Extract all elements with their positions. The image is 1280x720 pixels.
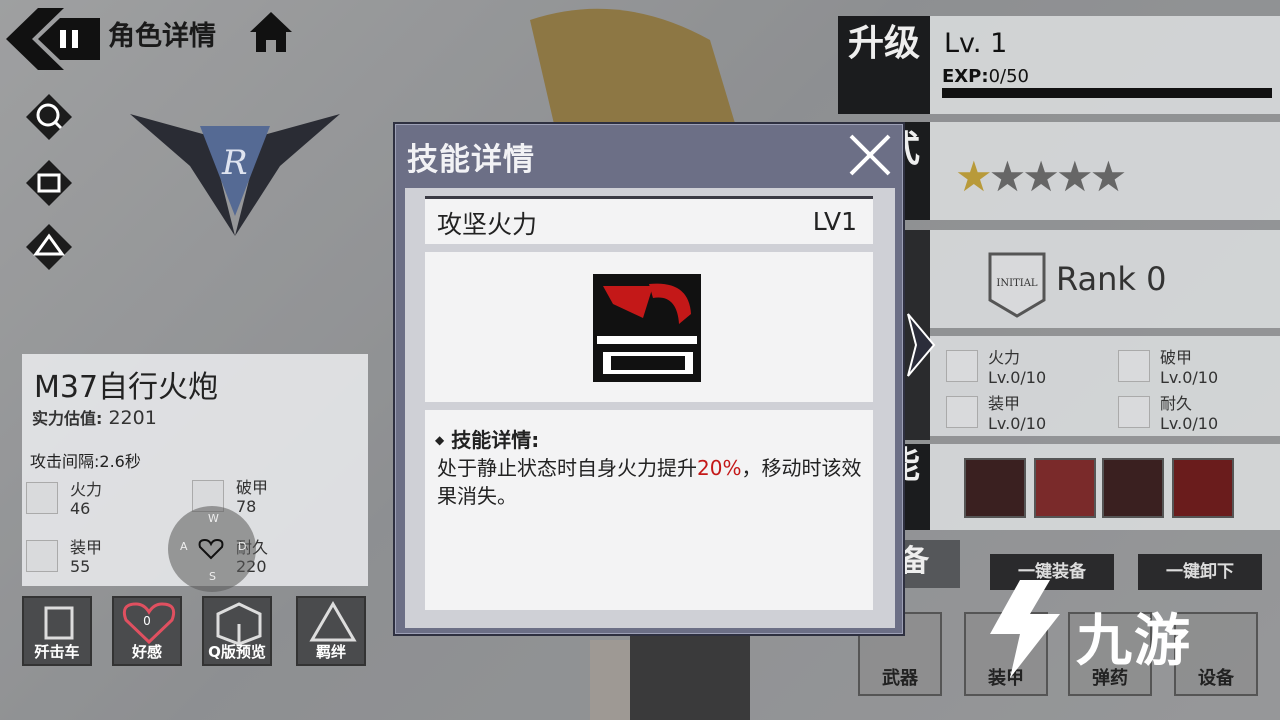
skill-stat-label: 耐久 [1160, 394, 1193, 413]
skill-slot-4[interactable] [1172, 458, 1234, 518]
stat-value: 46 [70, 499, 91, 518]
skill-stat-label: 破甲 [1160, 348, 1193, 367]
rank-text: Rank 0 [1056, 260, 1167, 298]
stat-label: 火力 [70, 480, 103, 499]
stat-armor: 装甲 55 [26, 538, 103, 576]
hanger-icon[interactable] [24, 222, 74, 272]
equip-slot-label: 武器 [882, 668, 918, 689]
button-label: Q版预览 [208, 643, 266, 661]
stat-value: 55 [70, 557, 91, 576]
skill-header: 攻坚火力 LV1 [425, 196, 873, 244]
power-label: 实力估值: [32, 409, 103, 428]
skill-stat-armor-pierce: 破甲 Lv.0/10 [1118, 348, 1219, 388]
watermark-text: 九游 [1076, 609, 1192, 674]
svg-text:R: R [221, 143, 248, 183]
bond-button[interactable]: 羁绊 [296, 596, 366, 666]
power-estimate: 实力估值: 2201 [32, 405, 157, 429]
joystick-left: A [180, 540, 188, 553]
rank-badge-icon: INITIAL [988, 252, 1046, 318]
skill-stat-value: Lv.0/10 [1160, 414, 1219, 433]
star-filled-icon: ★ [955, 152, 993, 201]
skill-image-box [425, 252, 873, 402]
rank-badge-text: INITIAL [996, 278, 1037, 289]
tank-destroyer-button[interactable]: 歼击车 [22, 596, 92, 666]
power-value: 2201 [108, 407, 157, 429]
skill-slot-1[interactable] [964, 458, 1026, 518]
close-icon[interactable] [845, 130, 895, 180]
exp-text: EXP:0/50 [942, 66, 1029, 87]
skill-icon [593, 274, 701, 382]
zoom-icon[interactable] [24, 92, 74, 142]
heart-icon [198, 538, 224, 560]
armor-pierce-icon [1118, 350, 1150, 382]
exp-value: 0/50 [988, 66, 1029, 87]
skill-level: LV1 [812, 207, 857, 236]
stat-label: 破甲 [236, 478, 269, 497]
rarity-emblem-icon: R [130, 114, 340, 236]
home-icon[interactable] [246, 8, 296, 56]
star-empty-icon: ★★★★ [988, 152, 1128, 201]
firepower-icon [946, 350, 978, 382]
skill-detail-dialog: 技能详情 攻坚火力 LV1 ◆ 技能详情: 处于静止状态时自身火力提升20%，移… [393, 122, 905, 636]
diamond-bullet-icon: ◆ [435, 433, 445, 447]
skill-description-box: ◆ 技能详情: 处于静止状态时自身火力提升20%，移动时该效果消失。 [425, 410, 873, 610]
description-title-text: 技能详情: [451, 428, 540, 452]
character-name: M37自行火炮 [34, 370, 219, 405]
attack-interval: 攻击间隔:2.6秒 [30, 452, 141, 471]
upgrade-tab[interactable]: 升级 [838, 16, 930, 114]
skill-name: 攻坚火力 [437, 210, 538, 239]
joystick-up: W [208, 512, 219, 525]
stat-firepower: 火力 46 [26, 480, 103, 518]
exp-label: EXP: [942, 66, 989, 87]
joystick-right: D [238, 540, 247, 553]
joystick-down: S [209, 570, 216, 583]
skill-stat-label: 火力 [988, 348, 1021, 367]
skill-slot-locked-lock-icon[interactable] [1034, 458, 1096, 518]
card-icon[interactable] [24, 158, 74, 208]
skill-stat-value: Lv.0/10 [1160, 368, 1219, 387]
upgrade-tab-label: 升级 [847, 23, 920, 64]
affection-button[interactable]: 0 好感 [112, 596, 182, 666]
description-text: 处于静止状态时自身火力提升20%，移动时该效果消失。 [437, 454, 867, 510]
button-label: 歼击车 [34, 643, 80, 661]
skill-stat-durability: 耐久 Lv.0/10 [1118, 394, 1219, 434]
page-title: 角色详情 [108, 21, 216, 52]
chevron-right-icon[interactable] [904, 310, 938, 380]
button-label: 羁绊 [315, 643, 346, 661]
skill-stat-label: 装甲 [988, 394, 1021, 413]
description-highlight: 20% [697, 456, 742, 480]
exp-bar [942, 88, 1272, 98]
stat-value: 78 [236, 497, 257, 516]
stat-armor-pierce: 破甲 78 [192, 478, 269, 516]
skill-slot-3[interactable] [1102, 458, 1164, 518]
skill-stats-panel [930, 336, 1280, 436]
armor-icon [946, 396, 978, 428]
chibi-preview-button[interactable]: Q版预览 [202, 596, 272, 666]
dialog-title: 技能详情 [407, 142, 535, 178]
button-label: 好感 [131, 643, 162, 661]
durability-icon [1118, 396, 1150, 428]
star-rating: ★★★★★ [955, 152, 1128, 201]
level-text: Lv. 1 [944, 28, 1008, 59]
stat-label: 装甲 [70, 538, 103, 557]
virtual-joystick[interactable]: W A D S [168, 506, 256, 592]
back-button[interactable] [4, 6, 104, 72]
skill-stat-armor: 装甲 Lv.0/10 [946, 394, 1047, 434]
skill-stat-firepower: 火力 Lv.0/10 [946, 348, 1047, 388]
dialog-body: 攻坚火力 LV1 ◆ 技能详情: 处于静止状态时自身火力提升20%，移动时该效果… [405, 188, 895, 628]
armor-icon [26, 540, 58, 572]
skill-stat-value: Lv.0/10 [988, 368, 1047, 387]
firepower-icon [26, 482, 58, 514]
skill-stat-value: Lv.0/10 [988, 414, 1047, 433]
description-before: 处于静止状态时自身火力提升 [437, 456, 697, 480]
description-title: ◆ 技能详情: [435, 424, 539, 453]
affection-count: 0 [143, 614, 151, 628]
